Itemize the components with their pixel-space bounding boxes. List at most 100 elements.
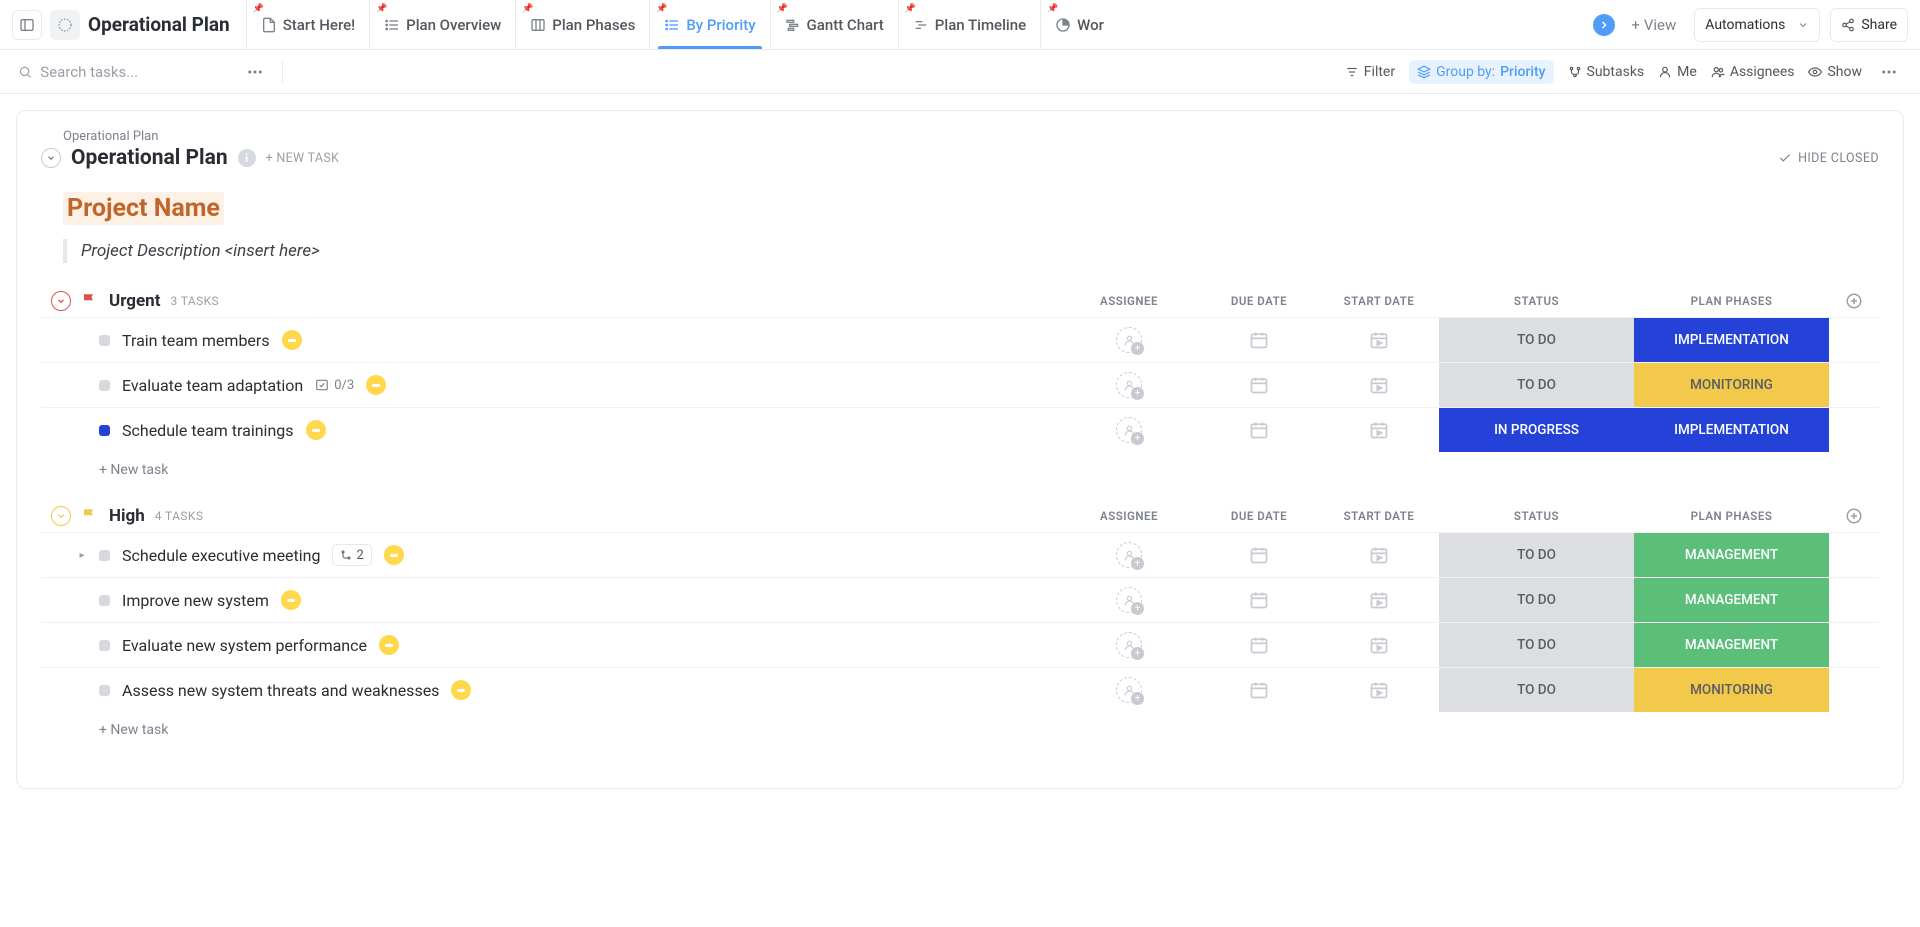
task-name[interactable]: Evaluate team adaptation [122, 376, 303, 395]
col-start[interactable]: START DATE [1319, 509, 1439, 523]
table-row[interactable]: ▸ Train team members TO DO IMPLEMENT [41, 317, 1879, 362]
status-square-icon[interactable] [99, 380, 110, 391]
group-name[interactable]: High [109, 506, 145, 526]
assign-user-icon[interactable] [1116, 417, 1142, 443]
new-task-row-button[interactable]: + New task [41, 712, 1879, 738]
table-row[interactable]: ▸ Schedule team trainings IN PROGRESS [41, 407, 1879, 452]
col-phase[interactable]: PLAN PHASES [1634, 294, 1829, 308]
start-date-cell[interactable] [1319, 330, 1439, 350]
assign-user-icon[interactable] [1116, 632, 1142, 658]
phase-cell[interactable]: IMPLEMENTATION [1634, 408, 1829, 452]
status-cell[interactable]: TO DO [1439, 668, 1634, 712]
filter-button[interactable]: Filter [1345, 64, 1395, 80]
assignee-cell[interactable] [1059, 587, 1199, 613]
assign-user-icon[interactable] [1116, 372, 1142, 398]
status-square-icon[interactable] [99, 425, 110, 436]
tab-plan-timeline[interactable]: 📌 Plan Timeline [898, 0, 1040, 49]
assign-user-icon[interactable] [1116, 327, 1142, 353]
priority-chip[interactable] [379, 635, 399, 655]
me-button[interactable]: Me [1658, 64, 1697, 80]
tab-plan-phases[interactable]: 📌 Plan Phases [515, 0, 649, 49]
table-row[interactable]: ▸ Evaluate team adaptation 0/3 TO DO [41, 362, 1879, 407]
search-more-button[interactable] [242, 59, 268, 85]
add-view-button[interactable]: + View [1623, 16, 1684, 34]
assign-user-icon[interactable] [1116, 587, 1142, 613]
priority-chip[interactable] [384, 545, 404, 565]
due-date-cell[interactable] [1199, 375, 1319, 395]
expand-caret[interactable]: ▸ [77, 550, 87, 561]
assignee-cell[interactable] [1059, 327, 1199, 353]
search-wrap[interactable] [18, 63, 228, 81]
priority-chip[interactable] [281, 590, 301, 610]
status-cell[interactable]: TO DO [1439, 578, 1634, 622]
assignee-cell[interactable] [1059, 542, 1199, 568]
col-assignee[interactable]: ASSIGNEE [1059, 294, 1199, 308]
table-row[interactable]: ▸ Schedule executive meeting 2 TO DO [41, 532, 1879, 577]
phase-cell[interactable]: IMPLEMENTATION [1634, 318, 1829, 362]
due-date-cell[interactable] [1199, 590, 1319, 610]
status-square-icon[interactable] [99, 685, 110, 696]
task-name[interactable]: Schedule executive meeting [122, 546, 320, 565]
new-task-header-button[interactable]: + NEW TASK [266, 151, 340, 166]
priority-chip[interactable] [366, 375, 386, 395]
phase-cell[interactable]: MANAGEMENT [1634, 578, 1829, 622]
tab-start-here[interactable]: 📌 Start Here! [246, 0, 369, 49]
status-cell[interactable]: TO DO [1439, 318, 1634, 362]
group-collapse-toggle[interactable] [51, 291, 71, 311]
status-cell[interactable]: TO DO [1439, 363, 1634, 407]
assignee-cell[interactable] [1059, 417, 1199, 443]
subtask-indicator[interactable]: 0/3 [315, 378, 354, 393]
list-collapse-toggle[interactable] [41, 148, 61, 168]
assign-user-icon[interactable] [1116, 677, 1142, 703]
phase-cell[interactable]: MANAGEMENT [1634, 623, 1829, 667]
status-cell[interactable]: IN PROGRESS [1439, 408, 1634, 452]
new-task-row-button[interactable]: + New task [41, 452, 1879, 478]
col-due[interactable]: DUE DATE [1199, 509, 1319, 523]
col-status[interactable]: STATUS [1439, 509, 1634, 523]
group-by-button[interactable]: Group by: Priority [1409, 60, 1553, 84]
status-cell[interactable]: TO DO [1439, 533, 1634, 577]
task-name[interactable]: Schedule team trainings [122, 421, 294, 440]
assignee-cell[interactable] [1059, 677, 1199, 703]
space-title[interactable]: Operational Plan [88, 13, 230, 36]
subtask-count-badge[interactable]: 2 [332, 544, 371, 566]
show-button[interactable]: Show [1808, 64, 1862, 80]
info-icon[interactable]: i [238, 149, 256, 167]
priority-chip[interactable] [306, 420, 326, 440]
table-row[interactable]: ▸ Evaluate new system performance TO DO [41, 622, 1879, 667]
phase-cell[interactable]: MONITORING [1634, 668, 1829, 712]
assign-user-icon[interactable] [1116, 542, 1142, 568]
col-status[interactable]: STATUS [1439, 294, 1634, 308]
start-date-cell[interactable] [1319, 420, 1439, 440]
due-date-cell[interactable] [1199, 420, 1319, 440]
due-date-cell[interactable] [1199, 330, 1319, 350]
toolbar-more-button[interactable] [1876, 59, 1902, 85]
start-date-cell[interactable] [1319, 590, 1439, 610]
assignees-button[interactable]: Assignees [1711, 64, 1795, 80]
task-name[interactable]: Evaluate new system performance [122, 636, 367, 655]
tab-by-priority[interactable]: 📌 By Priority [649, 0, 769, 49]
tab-gantt-chart[interactable]: 📌 Gantt Chart [770, 0, 898, 49]
table-row[interactable]: ▸ Improve new system TO DO MANAGEMEN [41, 577, 1879, 622]
status-cell[interactable]: TO DO [1439, 623, 1634, 667]
start-date-cell[interactable] [1319, 680, 1439, 700]
project-desc-block[interactable]: Project Description <insert here> [63, 239, 1879, 263]
sidebar-toggle[interactable] [12, 10, 42, 40]
group-name[interactable]: Urgent [109, 291, 160, 311]
due-date-cell[interactable] [1199, 545, 1319, 565]
project-name[interactable]: Project Name [63, 192, 224, 225]
col-assignee[interactable]: ASSIGNEE [1059, 509, 1199, 523]
task-name[interactable]: Assess new system threats and weaknesses [122, 681, 439, 700]
phase-cell[interactable]: MONITORING [1634, 363, 1829, 407]
status-square-icon[interactable] [99, 640, 110, 651]
table-row[interactable]: ▸ Assess new system threats and weakness… [41, 667, 1879, 712]
status-square-icon[interactable] [99, 595, 110, 606]
list-title[interactable]: Operational Plan [71, 146, 228, 170]
task-name[interactable]: Train team members [122, 331, 270, 350]
share-button[interactable]: Share [1830, 8, 1908, 42]
due-date-cell[interactable] [1199, 680, 1319, 700]
assignee-cell[interactable] [1059, 372, 1199, 398]
add-column-button[interactable] [1829, 507, 1879, 525]
due-date-cell[interactable] [1199, 635, 1319, 655]
hide-closed-button[interactable]: HIDE CLOSED [1778, 151, 1879, 166]
